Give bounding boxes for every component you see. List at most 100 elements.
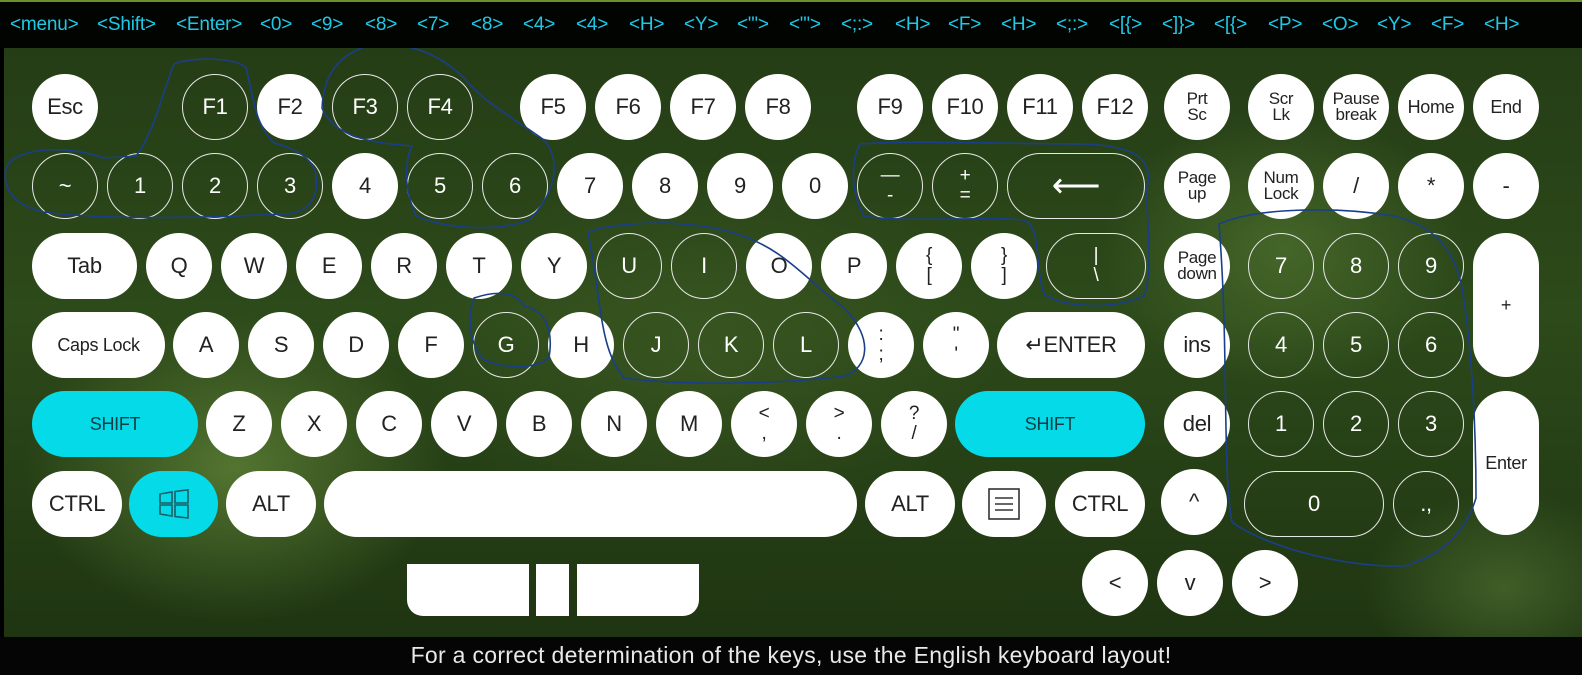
key-numpad-4[interactable]: 4 [1248,312,1314,378]
key-period[interactable]: > . [806,391,872,457]
key-page-up[interactable]: Page up [1164,153,1230,219]
key-arrow-right[interactable]: > [1232,550,1298,616]
key-2[interactable]: 2 [182,153,248,219]
key-3[interactable]: 3 [257,153,323,219]
key-numpad-0[interactable]: 0 [1244,471,1384,537]
key-f[interactable]: F [398,312,464,378]
key-enter[interactable]: ↵ENTER [997,312,1145,378]
key-5[interactable]: 5 [407,153,473,219]
key-f6[interactable]: F6 [595,74,661,140]
key-numpad-plus[interactable]: + [1473,233,1539,377]
key-quote[interactable]: " ' [923,312,989,378]
key-f3[interactable]: F3 [332,74,398,140]
key-esc[interactable]: Esc [32,74,98,140]
key-home[interactable]: Home [1398,74,1464,140]
key-numpad-decimal[interactable]: ., [1393,471,1459,537]
key-left-brace[interactable]: { [ [896,233,962,299]
key-c[interactable]: C [356,391,422,457]
key-f11[interactable]: F11 [1007,74,1073,140]
key-tab[interactable]: Tab [32,233,137,299]
key-backspace[interactable]: ⟵ [1007,153,1145,219]
key-j[interactable]: J [623,312,689,378]
key-numpad-2[interactable]: 2 [1323,391,1389,457]
key-t[interactable]: T [446,233,512,299]
key-slash[interactable]: ? / [881,391,947,457]
key-f9[interactable]: F9 [857,74,923,140]
key-numpad-divide[interactable]: / [1323,153,1389,219]
key-r[interactable]: R [371,233,437,299]
key-9[interactable]: 9 [707,153,773,219]
key-semicolon[interactable]: : ; [848,312,914,378]
key-numpad-enter[interactable]: Enter [1473,391,1539,535]
key-z[interactable]: Z [206,391,272,457]
key-h[interactable]: H [548,312,614,378]
key-windows[interactable] [129,471,218,537]
key-page-down[interactable]: Page down [1164,233,1230,299]
key-numpad-8[interactable]: 8 [1323,233,1389,299]
key-minus[interactable]: — - [857,153,923,219]
key-numpad-5[interactable]: 5 [1323,312,1389,378]
key-u[interactable]: U [596,233,662,299]
key-numpad-9[interactable]: 9 [1398,233,1464,299]
key-o[interactable]: O [746,233,812,299]
key-d[interactable]: D [323,312,389,378]
key-ctrl-left[interactable]: CTRL [32,471,122,537]
key-numpad-7[interactable]: 7 [1248,233,1314,299]
key-f1[interactable]: F1 [182,74,248,140]
key-arrow-down[interactable]: v [1157,550,1223,616]
key-a[interactable]: A [173,312,239,378]
key-shift-right[interactable]: SHIFT [955,391,1145,457]
key-caps-lock[interactable]: Caps Lock [32,312,165,378]
touchpad-right[interactable] [577,564,699,616]
key-k[interactable]: K [698,312,764,378]
key-right-brace[interactable]: } ] [971,233,1037,299]
key-end[interactable]: End [1473,74,1539,140]
key-8[interactable]: 8 [632,153,698,219]
key-f8[interactable]: F8 [745,74,811,140]
key-v[interactable]: V [431,391,497,457]
key-4[interactable]: 4 [332,153,398,219]
key-f7[interactable]: F7 [670,74,736,140]
key-f2[interactable]: F2 [257,74,323,140]
key-alt-right[interactable]: ALT [865,471,955,537]
key-num-lock[interactable]: Num Lock [1248,153,1314,219]
key-space[interactable] [324,471,857,537]
key-context-menu[interactable] [962,471,1046,537]
key-ctrl-right[interactable]: CTRL [1055,471,1145,537]
key-backslash[interactable]: | \ [1046,233,1146,299]
key-f12[interactable]: F12 [1082,74,1148,140]
key-f5[interactable]: F5 [520,74,586,140]
key-prtsc[interactable]: Prt Sc [1164,74,1230,140]
key-numpad-1[interactable]: 1 [1248,391,1314,457]
key-x[interactable]: X [281,391,347,457]
touchpad-left[interactable] [407,564,529,616]
key-1[interactable]: 1 [107,153,173,219]
key-s[interactable]: S [248,312,314,378]
key-g[interactable]: G [473,312,539,378]
key-pause-break[interactable]: Pause break [1323,74,1389,140]
key-q[interactable]: Q [146,233,212,299]
key-f10[interactable]: F10 [932,74,998,140]
key-b[interactable]: B [506,391,572,457]
key-alt-left[interactable]: ALT [226,471,316,537]
key-delete[interactable]: del [1164,391,1230,457]
key-i[interactable]: I [671,233,737,299]
key-numpad-3[interactable]: 3 [1398,391,1464,457]
key-f4[interactable]: F4 [407,74,473,140]
key-y[interactable]: Y [521,233,587,299]
key-arrow-left[interactable]: < [1082,550,1148,616]
key-l[interactable]: L [773,312,839,378]
key-numpad-multiply[interactable]: * [1398,153,1464,219]
key-scrlk[interactable]: Scr Lk [1248,74,1314,140]
key-tilde[interactable]: ~ [32,153,98,219]
key-numpad-minus[interactable]: - [1473,153,1539,219]
key-shift-left[interactable]: SHIFT [32,391,198,457]
key-m[interactable]: M [656,391,722,457]
key-plus-equal[interactable]: + = [932,153,998,219]
key-e[interactable]: E [296,233,362,299]
touchpad-middle[interactable] [536,564,569,616]
key-comma[interactable]: < , [731,391,797,457]
key-6[interactable]: 6 [482,153,548,219]
key-7[interactable]: 7 [557,153,623,219]
key-insert[interactable]: ins [1164,312,1230,378]
